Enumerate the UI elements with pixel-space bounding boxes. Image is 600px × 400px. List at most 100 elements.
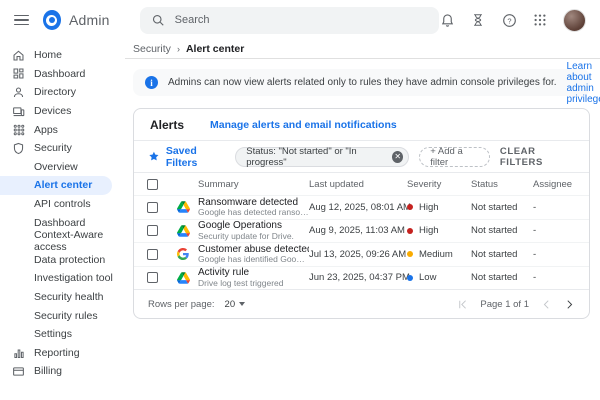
admin-privileges-banner: i Admins can now view alerts related onl… xyxy=(133,69,590,96)
sidebar-item-label: API controls xyxy=(34,198,91,210)
sidebar-nav: Home Dashboard Directory Devices Apps Se… xyxy=(0,40,125,400)
sidebar-item-label: Overview xyxy=(34,161,78,173)
sidebar-item-overview[interactable]: Overview xyxy=(0,158,125,177)
alert-summary[interactable]: Activity rule Drive log test triggered xyxy=(198,267,309,288)
severity-cell: High xyxy=(407,202,471,213)
severity-label: High xyxy=(419,225,439,236)
severity-dot xyxy=(407,275,413,281)
row-checkbox[interactable] xyxy=(147,249,158,260)
first-page-icon[interactable] xyxy=(457,299,468,310)
app-name: Admin xyxy=(69,12,110,28)
dashboard-icon xyxy=(12,67,25,80)
remove-filter-icon[interactable]: ✕ xyxy=(392,151,403,163)
help-icon[interactable]: ? xyxy=(501,12,517,28)
alert-summary[interactable]: Google Operations Security update for Dr… xyxy=(198,220,309,241)
breadcrumb-alert-center: Alert center xyxy=(186,43,244,55)
manage-alerts-link[interactable]: Manage alerts and email notifications xyxy=(210,119,397,131)
status-cell: Not started xyxy=(471,225,533,236)
sidebar-item-investigation-tool[interactable]: Investigation tool xyxy=(0,269,125,288)
apps-grid-icon xyxy=(12,123,25,136)
sidebar-item-label: Dashboard xyxy=(34,217,85,229)
sidebar-item-label: Reporting xyxy=(34,347,80,359)
status-cell: Not started xyxy=(471,249,533,260)
last-updated-cell: Aug 9, 2025, 11:03 AM xyxy=(309,225,407,236)
learn-about-admin-privileges-link[interactable]: Learn about admin privileges xyxy=(567,61,600,105)
last-updated-cell: Aug 12, 2025, 08:01 AM xyxy=(309,202,407,213)
sidebar-item-settings[interactable]: Settings xyxy=(0,325,125,344)
sidebar-item-dashboard[interactable]: Dashboard xyxy=(0,65,125,84)
alert-subtitle: Drive log test triggered xyxy=(198,279,309,289)
table-row[interactable]: Customer abuse detected Google has ident… xyxy=(134,242,589,266)
sidebar-item-home[interactable]: Home xyxy=(0,46,125,65)
sidebar-item-alert-center[interactable]: Alert center xyxy=(0,176,112,195)
status-filter-chip-label: Status: "Not started" or "In progress" xyxy=(246,146,386,168)
column-header-status[interactable]: Status xyxy=(471,179,533,190)
table-row[interactable]: Google Operations Security update for Dr… xyxy=(134,219,589,243)
sidebar-item-security-rules[interactable]: Security rules xyxy=(0,306,125,325)
severity-label: High xyxy=(419,202,439,213)
alert-title: Google Operations xyxy=(198,220,309,232)
row-checkbox[interactable] xyxy=(147,202,158,213)
sidebar-item-security-health[interactable]: Security health xyxy=(0,288,125,307)
apps-grid-icon[interactable] xyxy=(532,12,548,28)
sidebar-item-devices[interactable]: Devices xyxy=(0,102,125,121)
google-drive-icon xyxy=(168,225,198,237)
alert-subtitle: Security update for Drive. xyxy=(198,232,309,242)
row-checkbox[interactable] xyxy=(147,225,158,236)
row-checkbox[interactable] xyxy=(147,272,158,283)
alerts-card-title: Alerts xyxy=(150,118,184,132)
column-header-last-updated[interactable]: Last updated xyxy=(309,179,407,190)
sidebar-item-reporting[interactable]: Reporting xyxy=(0,344,125,363)
notifications-bell-icon[interactable] xyxy=(439,12,455,28)
table-row[interactable]: Activity rule Drive log test triggered J… xyxy=(134,266,589,290)
sidebar-item-security[interactable]: Security xyxy=(0,139,125,158)
alert-subtitle: Google has detected ransomware, and fil.… xyxy=(198,208,309,218)
alert-summary[interactable]: Customer abuse detected Google has ident… xyxy=(198,244,309,265)
next-page-icon[interactable] xyxy=(564,299,575,310)
severity-label: Medium xyxy=(419,249,453,260)
column-header-assignee[interactable]: Assignee xyxy=(533,179,579,190)
sidebar-item-billing[interactable]: Billing xyxy=(0,362,125,381)
sidebar-item-directory[interactable]: Directory xyxy=(0,83,125,102)
sidebar-item-apps[interactable]: Apps xyxy=(0,120,125,139)
sidebar-item-data-protection[interactable]: Data protection xyxy=(0,251,125,270)
alert-summary[interactable]: Ransomware detected Google has detected … xyxy=(198,197,309,218)
search-icon xyxy=(150,12,166,28)
star-icon xyxy=(148,150,160,163)
alert-subtitle: Google has identified Google Drive conte… xyxy=(198,255,309,265)
last-updated-cell: Jul 13, 2025, 09:26 AM xyxy=(309,249,407,260)
sidebar-item-label: Directory xyxy=(34,86,76,98)
table-pagination: Rows per page: 20 Page 1 of 1 xyxy=(134,289,589,318)
saved-filters-button[interactable]: Saved Filters xyxy=(148,145,225,169)
column-header-summary[interactable]: Summary xyxy=(198,179,309,190)
rows-per-page-select[interactable]: 20 xyxy=(225,299,246,310)
severity-cell: Low xyxy=(407,272,471,283)
alerts-card: Alerts Manage alerts and email notificat… xyxy=(133,108,590,319)
sidebar-item-label: Billing xyxy=(34,365,62,377)
sidebar-item-api-controls[interactable]: API controls xyxy=(0,195,125,214)
sidebar-item-label: Settings xyxy=(34,328,72,340)
search-input[interactable]: Search xyxy=(140,7,439,34)
breadcrumb-security[interactable]: Security xyxy=(133,43,171,55)
select-all-checkbox[interactable] xyxy=(147,179,158,190)
filter-toolbar: Saved Filters Status: "Not started" or "… xyxy=(134,140,589,172)
menu-icon[interactable] xyxy=(14,15,29,26)
sidebar-item-label: Security health xyxy=(34,291,103,303)
previous-page-icon[interactable] xyxy=(541,299,552,310)
avatar[interactable] xyxy=(563,9,586,32)
sidebar-item-label: Security rules xyxy=(34,310,98,322)
status-filter-chip[interactable]: Status: "Not started" or "In progress" ✕ xyxy=(235,147,409,167)
directory-person-icon xyxy=(12,86,25,99)
last-updated-cell: Jun 23, 2025, 04:37 PM xyxy=(309,272,407,283)
sidebar-item-label: Dashboard xyxy=(34,68,85,80)
add-filter-button[interactable]: + Add a filter xyxy=(419,147,490,167)
sidebar-item-label: Data protection xyxy=(34,254,105,266)
column-header-severity[interactable]: Severity xyxy=(407,179,471,190)
table-row[interactable]: Ransomware detected Google has detected … xyxy=(134,195,589,219)
sidebar-item-context-aware-access[interactable]: Context-Aware access xyxy=(0,232,125,251)
sidebar-item-label: Devices xyxy=(34,105,71,117)
sidebar-item-label: Alert center xyxy=(34,179,92,191)
clear-filters-button[interactable]: CLEAR FILTERS xyxy=(500,146,575,168)
security-shield-icon xyxy=(12,142,25,155)
tasks-hourglass-icon[interactable] xyxy=(470,12,486,28)
